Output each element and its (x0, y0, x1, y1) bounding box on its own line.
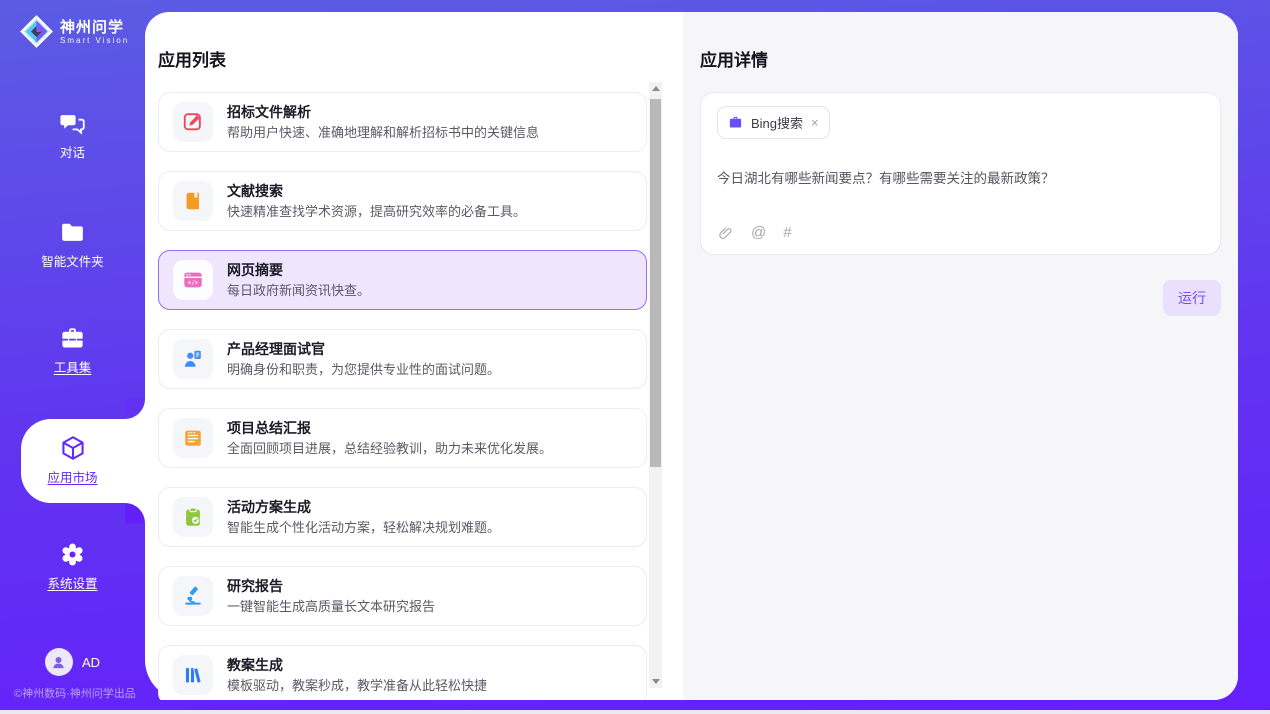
paperclip-icon[interactable] (718, 225, 734, 241)
sidebar-item-label: 对话 (0, 142, 145, 161)
app-list-panel: 应用列表 招标文件解析 帮助用户快速、准确地理解和解析招标书中的关键信息 (145, 12, 683, 700)
app-name: 项目总结汇报 (227, 419, 552, 437)
tool-chip-bing-search[interactable]: Bing搜索 × (717, 106, 830, 139)
app-name: 活动方案生成 (227, 498, 500, 516)
sidebar-item-label: 工具集 (0, 357, 145, 376)
briefcase-icon (728, 115, 743, 130)
app-desc: 明确身份和职责，为您提供专业性的面试问题。 (227, 361, 500, 378)
sidebar-item-smart-folder[interactable]: 智能文件夹 (0, 219, 145, 270)
tool-chip-label: Bing搜索 (751, 113, 803, 132)
scrollbar-thumb[interactable] (650, 99, 661, 467)
app-icon-tile (173, 497, 213, 537)
app-card-literature-search[interactable]: 文献搜索 快速精准查找学术资源，提高研究效率的必备工具。 (158, 171, 647, 231)
brand-diamond-icon (20, 15, 53, 48)
sidebar-item-label: 系统设置 (0, 573, 145, 592)
chat-icon (59, 110, 86, 137)
triangle-down-icon (652, 679, 660, 684)
user-icon (50, 654, 67, 671)
app-detail-title: 应用详情 (700, 46, 1221, 71)
sidebar-item-label: 智能文件夹 (0, 251, 145, 270)
app-name: 文献搜索 (227, 182, 526, 200)
copyright-footer: ©神州数码·神州问学出品 (14, 685, 136, 701)
app-name: 产品经理面试官 (227, 340, 500, 358)
app-card-research-report[interactable]: 研究报告 一键智能生成高质量长文本研究报告 (158, 566, 647, 626)
brand-subtitle: Smart Vision (60, 36, 129, 45)
scrollbar-down-button[interactable] (649, 675, 662, 688)
app-icon-tile (173, 102, 213, 142)
mention-icon[interactable]: @ (751, 224, 766, 241)
app-detail-panel: 应用详情 Bing搜索 × 今日湖北有哪些新闻要点？有哪些需要关注的最新政策？ … (683, 12, 1238, 700)
app-desc: 全面回顾项目进展，总结经验教训，助力未来优化发展。 (227, 440, 552, 457)
app-icon-tile (173, 576, 213, 616)
app-desc: 每日政府新闻资讯快查。 (227, 282, 370, 299)
app-list-title: 应用列表 (158, 46, 683, 71)
app-desc: 模板驱动，教案秒成，教学准备从此轻松快捷 (227, 677, 487, 694)
app-card-lesson-plan[interactable]: 教案生成 模板驱动，教案秒成，教学准备从此轻松快捷 (158, 645, 647, 700)
app-name: 招标文件解析 (227, 103, 539, 121)
app-card-pm-interviewer[interactable]: 产品经理面试官 明确身份和职责，为您提供专业性的面试问题。 (158, 329, 647, 389)
app-desc: 智能生成个性化活动方案，轻松解决规划难题。 (227, 519, 500, 536)
sidebar-item-chat[interactable]: 对话 (0, 110, 145, 161)
brand-name: 神州问学 (60, 19, 129, 36)
composer-toolbar: @ # (718, 224, 792, 241)
toolbox-icon (59, 325, 86, 352)
sidebar-item-toolset[interactable]: 工具集 (0, 325, 145, 376)
app-icon-tile (173, 339, 213, 379)
bubble-notch-top (125, 399, 145, 419)
gear-icon (59, 541, 86, 568)
sidebar-item-app-market[interactable]: 应用市场 (0, 434, 145, 486)
person-doc-icon (182, 348, 204, 370)
scrollbar[interactable] (649, 82, 662, 688)
app-name: 教案生成 (227, 656, 487, 674)
app-list: 招标文件解析 帮助用户快速、准确地理解和解析招标书中的关键信息 文献搜索 快速精… (158, 92, 647, 700)
app-desc: 快速精准查找学术资源，提高研究效率的必备工具。 (227, 203, 526, 220)
prompt-card[interactable]: Bing搜索 × 今日湖北有哪些新闻要点？有哪些需要关注的最新政策？ @ # (700, 92, 1221, 255)
close-icon[interactable]: × (811, 116, 819, 129)
scrollbar-up-button[interactable] (649, 82, 662, 95)
app-card-event-plan[interactable]: 活动方案生成 智能生成个性化活动方案，轻松解决规划难题。 (158, 487, 647, 547)
edit-square-icon (182, 111, 204, 133)
user-account[interactable]: AD (0, 648, 145, 676)
folder-icon (59, 219, 86, 246)
app-name: 网页摘要 (227, 261, 370, 279)
app-card-web-summary[interactable]: </> 网页摘要 每日政府新闻资讯快查。 (158, 250, 647, 310)
book-icon (182, 190, 204, 212)
bubble-notch-bottom (125, 503, 145, 523)
app-card-project-summary[interactable]: 项目总结汇报 全面回顾项目进展，总结经验教训，助力未来优化发展。 (158, 408, 647, 468)
cube-icon (59, 434, 87, 462)
books-icon (182, 664, 204, 686)
svg-text:</>: </> (188, 280, 199, 287)
sidebar-item-settings[interactable]: 系统设置 (0, 541, 145, 592)
run-button[interactable]: 运行 (1163, 280, 1221, 316)
prompt-input[interactable]: 今日湖北有哪些新闻要点？有哪些需要关注的最新政策？ (717, 167, 1204, 187)
avatar (45, 648, 73, 676)
brand-logo: 神州问学 Smart Vision (20, 15, 129, 48)
app-icon-tile: </> (173, 260, 213, 300)
app-icon-tile (173, 181, 213, 221)
bottom-strip (0, 710, 1270, 714)
app-desc: 一键智能生成高质量长文本研究报告 (227, 598, 435, 615)
main-container: 应用列表 招标文件解析 帮助用户快速、准确地理解和解析招标书中的关键信息 (145, 12, 1238, 700)
user-name: AD (82, 655, 100, 670)
triangle-up-icon (652, 86, 660, 91)
microscope-icon (182, 585, 204, 607)
app-icon-tile (173, 418, 213, 458)
note-icon (182, 427, 204, 449)
sidebar-item-label: 应用市场 (0, 467, 145, 486)
hash-icon[interactable]: # (783, 224, 791, 241)
browser-code-icon: </> (182, 269, 204, 291)
app-name: 研究报告 (227, 577, 435, 595)
app-card-bid-parsing[interactable]: 招标文件解析 帮助用户快速、准确地理解和解析招标书中的关键信息 (158, 92, 647, 152)
app-desc: 帮助用户快速、准确地理解和解析招标书中的关键信息 (227, 124, 539, 141)
app-icon-tile (173, 655, 213, 695)
clipboard-check-icon (182, 506, 204, 528)
sidebar: 神州问学 Smart Vision 对话 智能文件夹 工具集 应用市场 (0, 0, 145, 710)
